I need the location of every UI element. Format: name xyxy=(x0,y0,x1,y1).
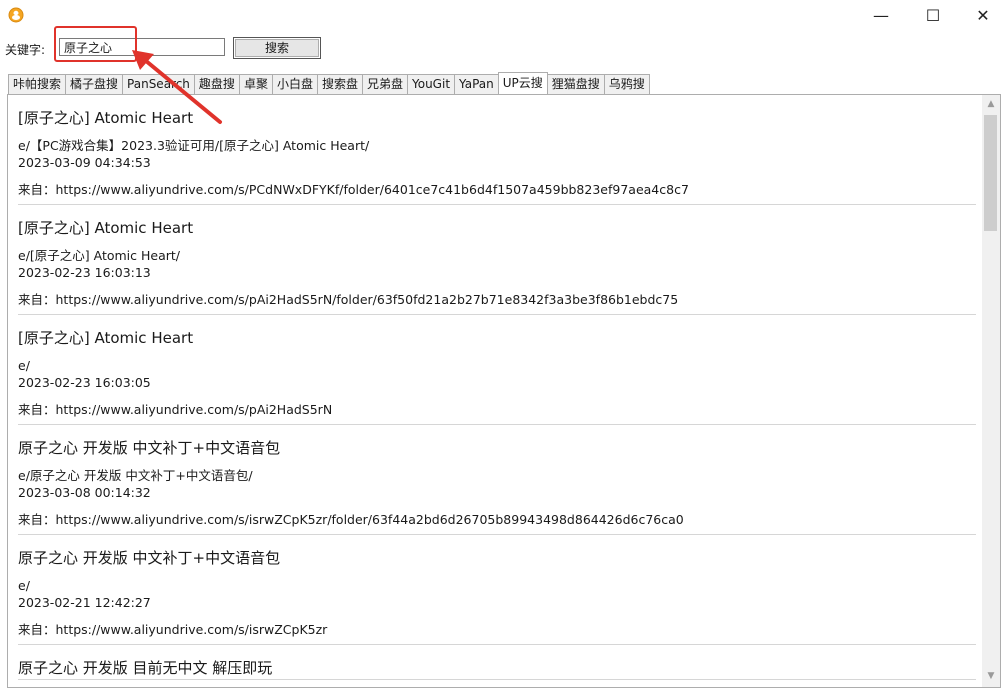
maximize-button[interactable]: ☐ xyxy=(910,2,956,30)
tab-3[interactable]: 趣盘搜 xyxy=(193,74,240,94)
result-item[interactable]: [原子之心] Atomic Heart e/[原子之心] Atomic Heart… xyxy=(18,205,976,315)
results-panel: [原子之心] Atomic Heart e/【PC游戏合集】2023.3验证可用/… xyxy=(7,94,1001,688)
title-bar: — ☐ ✕ xyxy=(0,0,1007,32)
source-tabs: 咔帕搜索 橘子盘搜 PanSearch 趣盘搜 卓聚 小白盘 搜索盘 兄弟盘 YouGit YaP… xyxy=(8,72,650,94)
result-item[interactable]: [原子之心] Atomic Heart e/【PC游戏合集】2023.3验证可用/… xyxy=(18,95,976,205)
result-item[interactable]: [原子之心] Atomic Heart e/2023-02-23 16:03:05… xyxy=(18,315,976,425)
result-date: 2023-03-08 00:14:32 xyxy=(18,485,151,500)
result-path: e/ xyxy=(18,578,30,593)
vertical-scrollbar[interactable]: ▲ ▼ xyxy=(982,95,1000,687)
search-row: 关键字: 原子之心 搜索 xyxy=(0,36,1007,62)
tab-11[interactable]: 狸猫盘搜 xyxy=(546,74,605,94)
tab-12[interactable]: 乌鸦搜 xyxy=(603,74,650,94)
minimize-button[interactable]: — xyxy=(858,2,904,30)
close-button[interactable]: ✕ xyxy=(960,2,1006,30)
result-date: 2023-02-21 12:42:27 xyxy=(18,595,151,610)
tab-4[interactable]: 卓聚 xyxy=(238,74,273,94)
result-title: [原子之心] Atomic Heart xyxy=(18,329,194,347)
result-date: 2023-02-23 16:03:05 xyxy=(18,375,151,390)
chevron-down-icon[interactable]: ▼ xyxy=(985,671,997,681)
scrollbar-thumb[interactable] xyxy=(984,115,997,231)
result-source-link[interactable]: 来自：https://www.aliyundrive.com/s/isrwZCp… xyxy=(18,611,976,644)
result-title: 原子之心 开发版 中文补丁+中文语音包 xyxy=(18,439,281,457)
results-list: [原子之心] Atomic Heart e/【PC游戏合集】2023.3验证可用/… xyxy=(18,95,976,680)
result-title: [原子之心] Atomic Heart xyxy=(18,219,194,237)
tab-5[interactable]: 小白盘 xyxy=(271,74,318,94)
tab-10[interactable]: UP云搜 xyxy=(497,72,548,94)
tab-8[interactable]: YouGit xyxy=(407,74,456,94)
keyword-input[interactable]: 原子之心 xyxy=(59,38,225,56)
tab-7[interactable]: 兄弟盘 xyxy=(361,74,408,94)
result-source-link[interactable]: 来自：https://www.aliyundrive.com/s/PCdNWxD… xyxy=(18,171,976,204)
result-source-link[interactable]: 来自：https://www.aliyundrive.com/s/pAi2Had… xyxy=(18,391,976,424)
result-title: 原子之心 开发版 中文补丁+中文语音包 xyxy=(18,549,281,567)
tab-2[interactable]: PanSearch xyxy=(122,74,195,94)
result-title: 原子之心 开发版 目前无中文 解压即玩 xyxy=(18,659,273,677)
result-path: e/ xyxy=(18,358,30,373)
result-item[interactable]: 原子之心 开发版 目前无中文 解压即玩 xyxy=(18,645,976,680)
app-icon xyxy=(8,7,24,23)
result-path: e/[原子之心] Atomic Heart/ xyxy=(18,248,181,263)
tab-0[interactable]: 咔帕搜索 xyxy=(8,74,67,94)
keyword-label: 关键字: xyxy=(5,43,46,57)
result-path: e/原子之心 开发版 中文补丁+中文语音包/ xyxy=(18,468,253,483)
tab-6[interactable]: 搜索盘 xyxy=(316,74,363,94)
result-title: [原子之心] Atomic Heart xyxy=(18,109,194,127)
result-path: e/【PC游戏合集】2023.3验证可用/[原子之心] Atomic Heart… xyxy=(18,138,370,153)
result-item[interactable]: 原子之心 开发版 中文补丁+中文语音包 e/原子之心 开发版 中文补丁+中文语音包… xyxy=(18,425,976,535)
result-date: 2023-03-09 04:34:53 xyxy=(18,155,151,170)
result-source-link[interactable]: 来自：https://www.aliyundrive.com/s/pAi2Had… xyxy=(18,281,976,314)
result-item[interactable]: 原子之心 开发版 中文补丁+中文语音包 e/2023-02-21 12:42:27… xyxy=(18,535,976,645)
tab-1[interactable]: 橘子盘搜 xyxy=(65,74,124,94)
tab-9[interactable]: YaPan xyxy=(454,74,499,94)
chevron-up-icon[interactable]: ▲ xyxy=(985,99,997,109)
search-button[interactable]: 搜索 xyxy=(233,37,321,59)
result-date: 2023-02-23 16:03:13 xyxy=(18,265,151,280)
result-source-link[interactable]: 来自：https://www.aliyundrive.com/s/isrwZCp… xyxy=(18,501,976,534)
